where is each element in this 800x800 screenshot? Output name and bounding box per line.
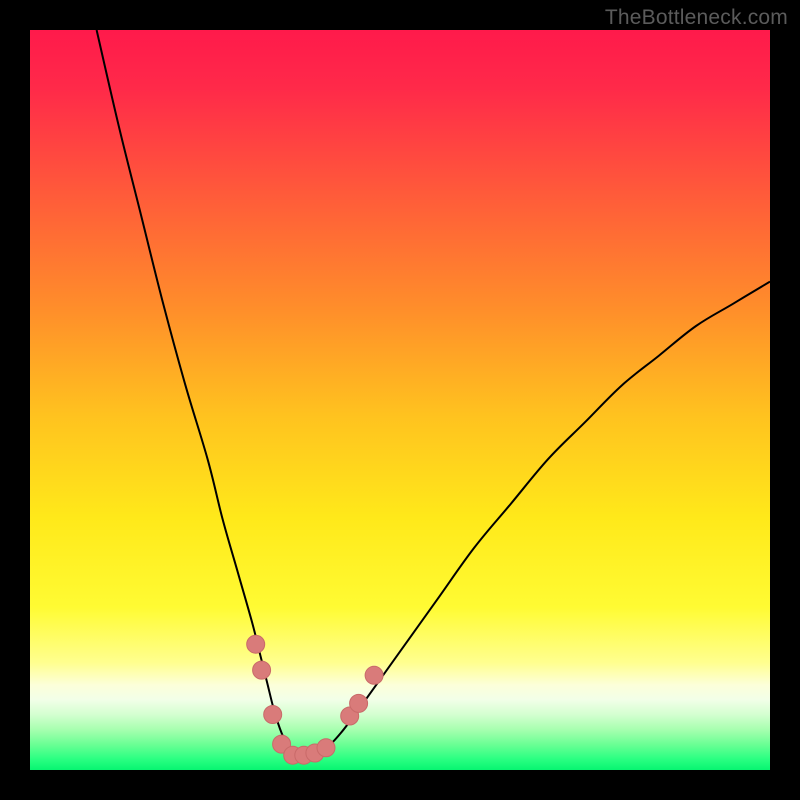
marker-dot bbox=[247, 635, 265, 653]
plot-area bbox=[30, 30, 770, 770]
outer-frame: TheBottleneck.com bbox=[0, 0, 800, 800]
marker-dot bbox=[365, 666, 383, 684]
marker-dot bbox=[350, 694, 368, 712]
marker-dot bbox=[317, 739, 335, 757]
marker-dot bbox=[264, 706, 282, 724]
watermark-text: TheBottleneck.com bbox=[605, 6, 788, 30]
marker-layer bbox=[30, 30, 770, 770]
marker-dot bbox=[253, 661, 271, 679]
